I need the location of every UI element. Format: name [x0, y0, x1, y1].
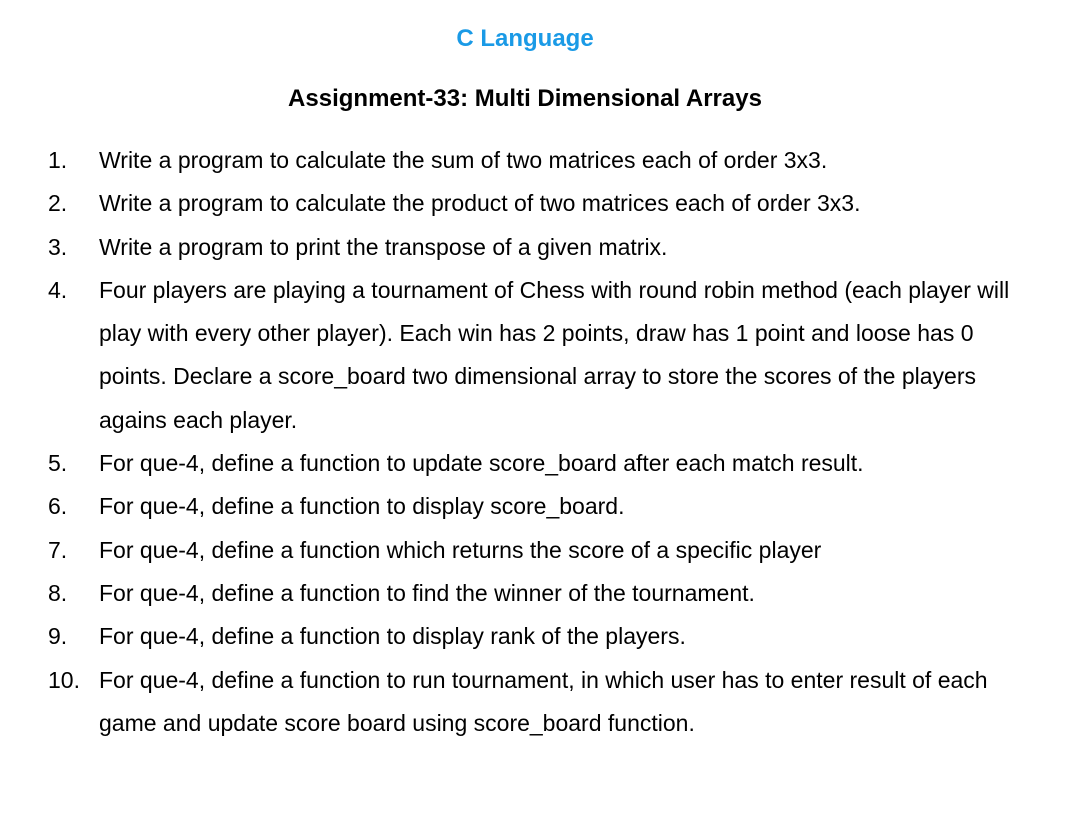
question-item: 10. For que-4, define a function to run t…	[0, 659, 1084, 746]
question-text: For que-4, define a function which retur…	[99, 536, 822, 563]
question-number: 5.	[48, 450, 68, 477]
question-item: 1. Write a program to calculate the sum o…	[0, 139, 1084, 182]
question-text: Write a program to calculate the sum of …	[99, 147, 828, 173]
question-text: Write a program to print the transpose o…	[99, 233, 668, 260]
question-text: For que-4, define a function to display …	[99, 623, 686, 650]
question-item: 5. For que-4, define a function to update…	[0, 442, 1084, 485]
question-item: 7. For que-4, define a function which ret…	[0, 529, 1084, 572]
question-item: 8. For que-4, define a function to find t…	[0, 572, 1084, 615]
question-text: Write a program to calculate the product…	[99, 190, 861, 217]
document-page: C Language Assignment-33: Multi Dimensio…	[0, 0, 1084, 820]
question-list: 1. Write a program to calculate the sum o…	[0, 139, 1084, 745]
subject-title: C Language	[456, 25, 594, 52]
question-item: 4. Four players are playing a tournament …	[0, 269, 1084, 442]
question-item: 6. For que-4, define a function to displa…	[0, 485, 1084, 528]
question-item: 9. For que-4, define a function to displa…	[0, 615, 1084, 658]
question-item: 3. Write a program to print the transpose…	[0, 226, 1084, 269]
question-text: For que-4, define a function to display …	[99, 493, 625, 520]
question-number: 6.	[48, 493, 68, 520]
question-number: 1.	[48, 147, 68, 173]
question-number: 4.	[48, 276, 68, 303]
question-text: Four players are playing a tournament of…	[99, 276, 1010, 433]
question-number: 9.	[48, 623, 68, 650]
question-number: 8.	[48, 579, 68, 606]
question-number: 10.	[48, 666, 80, 693]
question-text: For que-4, define a function to run tour…	[99, 666, 988, 736]
question-item: 2. Write a program to calculate the produ…	[0, 182, 1084, 225]
assignment-title: Assignment-33: Multi Dimensional Arrays	[288, 85, 762, 112]
question-number: 7.	[48, 536, 68, 563]
question-number: 2.	[48, 190, 68, 217]
question-text: For que-4, define a function to find the…	[99, 579, 755, 606]
question-number: 3.	[48, 233, 68, 260]
question-text: For que-4, define a function to update s…	[99, 450, 864, 477]
